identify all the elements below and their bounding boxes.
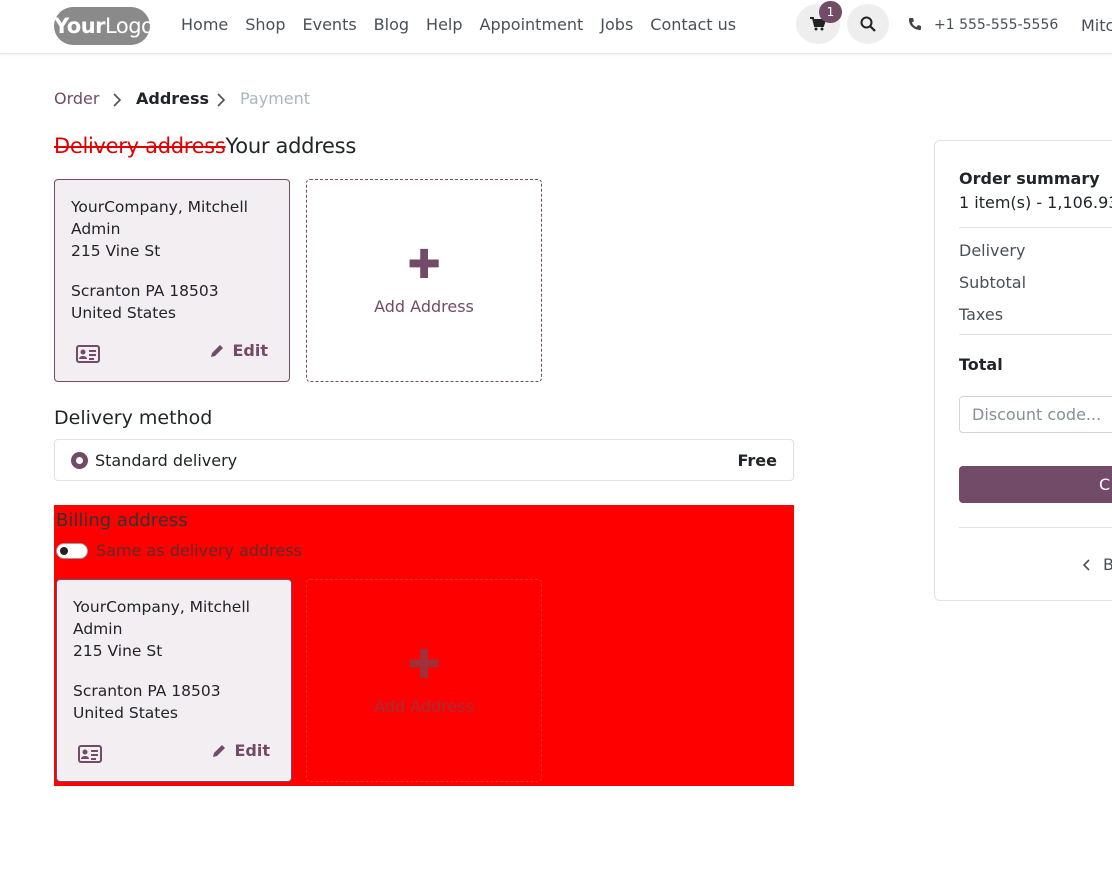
phone-number-link[interactable]: +1 555-555-5556 bbox=[934, 17, 1058, 33]
delivery-option-label: Standard delivery bbox=[95, 451, 238, 470]
summary-taxes-label: Taxes bbox=[959, 305, 1004, 324]
user-menu[interactable]: Mitc bbox=[1081, 16, 1112, 35]
chevron-right-icon bbox=[113, 93, 122, 107]
address-country: United States bbox=[71, 304, 176, 322]
address-street: 215 Vine St bbox=[73, 642, 163, 660]
address-street: 215 Vine St bbox=[71, 242, 161, 260]
delivery-radio[interactable] bbox=[71, 452, 88, 469]
cart-count-badge: 1 bbox=[819, 1, 842, 23]
back-label: B bbox=[1103, 555, 1112, 574]
edit-label: Edit bbox=[232, 341, 268, 360]
edit-billing-address-button[interactable]: Edit bbox=[212, 740, 270, 762]
breadcrumb-payment: Payment bbox=[240, 89, 311, 108]
chevron-right-icon bbox=[217, 93, 226, 107]
pencil-icon bbox=[213, 745, 226, 757]
nav-shop[interactable]: Shop bbox=[245, 15, 285, 34]
back-button[interactable]: B bbox=[1083, 555, 1112, 574]
nav-jobs[interactable]: Jobs bbox=[600, 15, 633, 34]
pencil-icon bbox=[211, 345, 224, 357]
add-billing-address-button[interactable]: ✚ Add Address bbox=[306, 579, 542, 782]
search-button[interactable] bbox=[847, 4, 889, 44]
edit-address-button[interactable]: Edit bbox=[210, 340, 268, 362]
same-as-delivery-toggle[interactable] bbox=[56, 543, 88, 559]
nav-help[interactable]: Help bbox=[426, 15, 462, 34]
order-summary-title: Order summary bbox=[959, 169, 1100, 188]
breadcrumb-order[interactable]: Order bbox=[54, 89, 99, 108]
checkout-button[interactable]: C bbox=[959, 466, 1112, 503]
summary-total-label: Total bbox=[959, 355, 1003, 374]
billing-section: Billing address Same as delivery address… bbox=[54, 505, 794, 786]
divider bbox=[959, 227, 1112, 228]
nav-appointment[interactable]: Appointment bbox=[480, 15, 584, 34]
plus-icon: ✚ bbox=[407, 642, 441, 688]
address-name-line2: Admin bbox=[73, 620, 123, 638]
title-main-text: Your address bbox=[225, 134, 357, 158]
chevron-left-icon bbox=[1083, 558, 1090, 571]
add-address-label: Add Address bbox=[374, 297, 474, 316]
id-card-icon bbox=[78, 745, 102, 763]
title-struck-text: Delivery address bbox=[54, 134, 226, 158]
delivery-option-price: Free bbox=[737, 451, 778, 470]
address-city: Scranton PA 18503 bbox=[71, 282, 219, 300]
add-address-label: Add Address bbox=[374, 697, 474, 716]
divider bbox=[959, 334, 1112, 335]
address-name-line1: YourCompany, Mitchell bbox=[73, 598, 250, 616]
discount-code-input[interactable]: Discount code... bbox=[959, 396, 1112, 433]
phone-icon bbox=[909, 18, 921, 30]
same-as-delivery-label[interactable]: Same as delivery address bbox=[96, 541, 302, 560]
order-summary-items: 1 item(s) - 1,106.93 € bbox=[959, 193, 1112, 212]
site-header: YourLogo Home Shop Events Blog Help Appo… bbox=[0, 0, 1112, 54]
id-card-icon bbox=[76, 345, 100, 363]
add-delivery-address-button[interactable]: ✚ Add Address bbox=[306, 179, 542, 382]
divider bbox=[959, 527, 1112, 528]
nav-blog[interactable]: Blog bbox=[374, 15, 409, 34]
breadcrumb-address: Address bbox=[136, 89, 210, 108]
page-title: Delivery addressYour address bbox=[54, 134, 356, 158]
delivery-option-standard[interactable]: Standard delivery Free bbox=[54, 439, 794, 481]
plus-icon: ✚ bbox=[407, 242, 441, 288]
address-name-line2: Admin bbox=[71, 220, 121, 238]
site-logo[interactable]: YourLogo bbox=[54, 7, 154, 45]
logo-text-bold: Your bbox=[54, 14, 106, 38]
delivery-method-heading: Delivery method bbox=[54, 407, 213, 429]
nav-home[interactable]: Home bbox=[181, 15, 228, 34]
edit-label: Edit bbox=[234, 741, 270, 760]
main-nav: Home Shop Events Blog Help Appointment J… bbox=[181, 15, 753, 34]
billing-heading: Billing address bbox=[56, 510, 188, 531]
billing-address-card[interactable]: YourCompany, Mitchell Admin 215 Vine St … bbox=[56, 579, 292, 782]
summary-delivery-label: Delivery bbox=[959, 241, 1026, 260]
delivery-address-card[interactable]: YourCompany, Mitchell Admin 215 Vine St … bbox=[54, 179, 290, 382]
nav-contact-us[interactable]: Contact us bbox=[650, 15, 736, 34]
address-city: Scranton PA 18503 bbox=[73, 682, 221, 700]
summary-subtotal-label: Subtotal bbox=[959, 273, 1027, 292]
search-icon bbox=[860, 16, 876, 32]
nav-events[interactable]: Events bbox=[303, 15, 357, 34]
order-summary-panel: Order summary 1 item(s) - 1,106.93 € Del… bbox=[934, 140, 1112, 601]
address-country: United States bbox=[73, 704, 178, 722]
address-name-line1: YourCompany, Mitchell bbox=[71, 198, 248, 216]
logo-text-thin: Logo bbox=[105, 14, 154, 38]
